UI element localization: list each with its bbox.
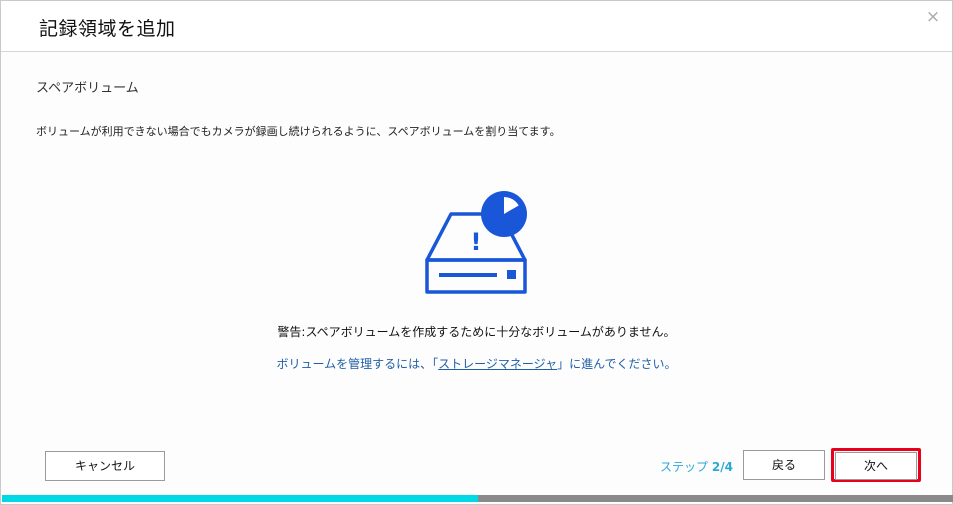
warning-message: 警告:スペアボリュームを作成するために十分なボリュームがありません。 [277, 325, 676, 339]
hint-suffix: 」に進んでください。 [557, 357, 677, 371]
dialog-header: 記録領域を追加 × [1, 1, 952, 52]
close-icon[interactable]: × [924, 8, 942, 26]
hint-prefix: ボリュームを管理するには、「 [276, 357, 439, 371]
hint-message: ボリュームを管理するには、「ストレージマネージャ」に進んでください。 [1, 355, 952, 372]
step-indicator: ステップ 2/4 [660, 458, 733, 475]
storage-manager-link[interactable]: ストレージマネージャ [438, 357, 557, 371]
back-button[interactable]: 戻る [743, 450, 825, 480]
next-button[interactable]: 次へ [835, 452, 917, 480]
section-title: スペアボリューム [36, 81, 139, 96]
add-recording-space-dialog: 記録領域を追加 × スペアボリューム ボリュームが利用できない場合でもカメラが録… [0, 0, 953, 505]
step-label: ステップ [660, 460, 709, 474]
progress-fill [2, 495, 478, 502]
progress-bar [2, 495, 953, 502]
storage-warning-icon: ! [425, 191, 527, 294]
description-text: ボリュームが利用できない場合でもカメラが録画し続けられるように、スペアボリューム… [36, 125, 561, 138]
exclamation-mark: ! [471, 228, 482, 256]
step-count: 2/4 [711, 460, 733, 474]
dialog-title: 記録領域を追加 [39, 18, 176, 40]
cancel-button[interactable]: キャンセル [45, 451, 165, 481]
